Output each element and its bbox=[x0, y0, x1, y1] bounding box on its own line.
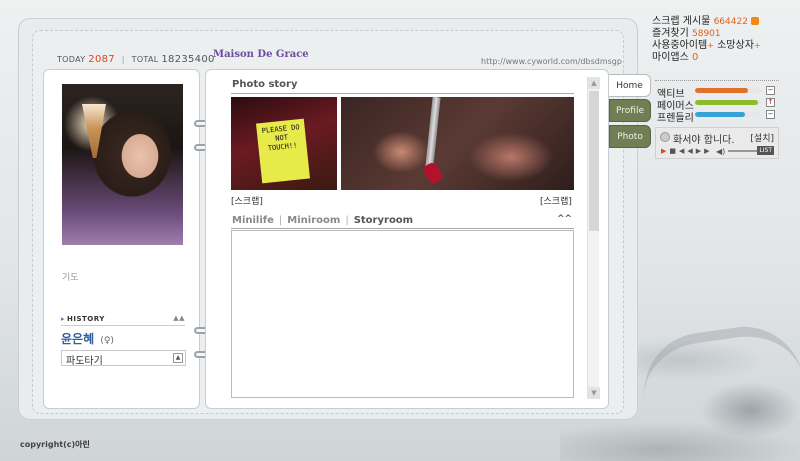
tab-photo[interactable]: Photo bbox=[609, 125, 651, 148]
pen-shape bbox=[425, 97, 441, 168]
scrap-link-left[interactable]: [스크랩] bbox=[231, 194, 263, 207]
music-player: 화서야 합니다. [설치] ▶■◀◀▶▶ ◀) LIST bbox=[655, 127, 779, 159]
mood-text: 기도 bbox=[62, 273, 79, 283]
stat-bar bbox=[695, 100, 761, 105]
next-icon[interactable]: ▶▶ bbox=[696, 147, 713, 155]
favorites-label: 즐겨찾기 bbox=[652, 28, 689, 39]
room-toggle-icon[interactable]: ^^ bbox=[557, 214, 572, 224]
room-content bbox=[231, 230, 574, 398]
wave-select[interactable]: 파도타기 ▲ bbox=[61, 350, 186, 367]
tab-separator: | bbox=[345, 215, 349, 226]
stat-button[interactable]: ↑ bbox=[766, 98, 775, 107]
scroll-down-icon[interactable]: ▼ bbox=[588, 387, 600, 399]
story-photo-1[interactable]: PLEASE DO NOT TOUCH!! bbox=[231, 97, 337, 190]
ice-cream-cone bbox=[82, 104, 106, 158]
copyright-label: copyright(c) bbox=[20, 440, 76, 449]
stat-bar bbox=[695, 112, 761, 117]
favorites-count: 58901 bbox=[692, 29, 721, 39]
scrap-count: 664422 bbox=[713, 17, 748, 27]
counter-separator: | bbox=[121, 55, 125, 64]
chevron-up-icon[interactable]: ▲ bbox=[173, 353, 183, 363]
info-box: 스크랩 게시물 664422 즐겨찾기 58901 사용중아이템+ 소망상자+ … bbox=[652, 16, 780, 64]
tab-storyroom[interactable]: Storyroom bbox=[354, 215, 413, 226]
main-panel: Photo story PLEASE DO NOT TOUCH!! [스크랩] … bbox=[205, 69, 609, 409]
owner-name[interactable]: 윤은혜 (♀) bbox=[61, 330, 114, 347]
scrap-link-right[interactable]: [스크랩] bbox=[540, 194, 572, 207]
volume-slider[interactable] bbox=[728, 150, 758, 152]
playlist-button[interactable]: LIST bbox=[757, 146, 774, 155]
profile-panel: 기도 ▸ HISTORY ▲▲ 윤은혜 (♀) 파도타기 ▲ bbox=[43, 69, 200, 409]
scroll-up-icon[interactable]: ▲ bbox=[588, 77, 600, 89]
owner-gender: (♀) bbox=[100, 336, 114, 346]
stat-button[interactable]: − bbox=[766, 110, 775, 119]
total-count: 18235400 bbox=[161, 54, 215, 65]
scrap-label: 스크랩 게시물 bbox=[652, 16, 711, 27]
owner-name-text[interactable]: 윤은혜 bbox=[61, 332, 94, 346]
divider bbox=[655, 80, 779, 81]
history-header: ▸ HISTORY ▲▲ bbox=[61, 314, 185, 326]
visit-counters: TODAY 2087 | TOTAL 18235400 bbox=[57, 54, 215, 65]
stat-button[interactable]: − bbox=[766, 86, 775, 95]
background-figure bbox=[636, 319, 800, 401]
wave-select-label: 파도타기 bbox=[66, 356, 103, 367]
nail-shape bbox=[421, 160, 445, 186]
cd-icon bbox=[660, 132, 670, 142]
copyright: copyright(c)아린 bbox=[20, 439, 90, 450]
story-photo-2[interactable] bbox=[341, 97, 574, 190]
items-label: 사용중아이템 bbox=[652, 40, 708, 51]
profile-photo[interactable] bbox=[62, 84, 183, 245]
favorites-row[interactable]: 즐겨찾기 58901 bbox=[652, 28, 780, 40]
tab-minilife[interactable]: Minilife bbox=[232, 215, 274, 226]
stat-active: 액티브 − bbox=[657, 85, 779, 100]
copyright-name: 아린 bbox=[75, 439, 90, 449]
divider bbox=[231, 93, 574, 94]
wish-label: 소망상자 bbox=[717, 40, 754, 51]
scrollbar[interactable]: ▲ ▼ bbox=[587, 77, 600, 399]
history-label: HISTORY bbox=[67, 315, 105, 323]
player-controls: ▶■◀◀▶▶ bbox=[661, 147, 713, 155]
stat-fill bbox=[695, 100, 758, 105]
stat-fill bbox=[695, 88, 748, 93]
site-url[interactable]: http://www.cyworld.com/dbsdmsgp bbox=[481, 57, 622, 66]
myapps-count: 0 bbox=[692, 52, 699, 63]
stop-icon[interactable]: ■ bbox=[669, 147, 679, 155]
wish-plus: + bbox=[753, 41, 761, 50]
myapps-label: 마이앱스 bbox=[652, 52, 689, 63]
divider bbox=[231, 228, 574, 229]
today-label: TODAY bbox=[57, 55, 86, 64]
volume-icon[interactable]: ◀) bbox=[716, 147, 725, 156]
site-title[interactable]: Maison De Grace bbox=[213, 49, 309, 60]
stat-friendly: 프렌들리 − bbox=[657, 109, 779, 124]
scroll-thumb[interactable] bbox=[589, 91, 599, 231]
total-label: TOTAL bbox=[131, 55, 159, 64]
tab-profile[interactable]: Profile bbox=[609, 99, 651, 122]
prev-icon[interactable]: ◀◀ bbox=[679, 147, 696, 155]
history-toggle-icon[interactable]: ▲▲ bbox=[173, 314, 185, 322]
install-link[interactable]: [설치] bbox=[750, 131, 774, 144]
song-title: 화서야 합니다. bbox=[673, 135, 735, 146]
tab-separator: | bbox=[278, 215, 283, 226]
stat-fill bbox=[695, 112, 745, 117]
tab-miniroom[interactable]: Miniroom bbox=[287, 215, 340, 226]
items-row[interactable]: 사용중아이템+ 소망상자+ bbox=[652, 40, 780, 52]
stat-famous: 페이머스 ↑ bbox=[657, 97, 779, 112]
rss-icon[interactable] bbox=[751, 17, 760, 25]
items-plus: + bbox=[707, 41, 714, 50]
sticky-note: PLEASE DO NOT TOUCH!! bbox=[255, 118, 311, 184]
photo-story-title: Photo story bbox=[232, 79, 298, 90]
today-count: 2087 bbox=[88, 54, 115, 65]
stat-bar bbox=[695, 88, 761, 93]
tab-home[interactable]: Home bbox=[609, 74, 651, 97]
stat-label: 프렌들리 bbox=[657, 113, 694, 124]
arrow-right-icon: ▸ bbox=[61, 315, 66, 323]
scrap-count-row[interactable]: 스크랩 게시물 664422 bbox=[652, 16, 780, 28]
room-tabs: Minilife | Miniroom | Storyroom bbox=[232, 215, 413, 226]
myapps-row[interactable]: 마이앱스 0 bbox=[652, 52, 780, 64]
